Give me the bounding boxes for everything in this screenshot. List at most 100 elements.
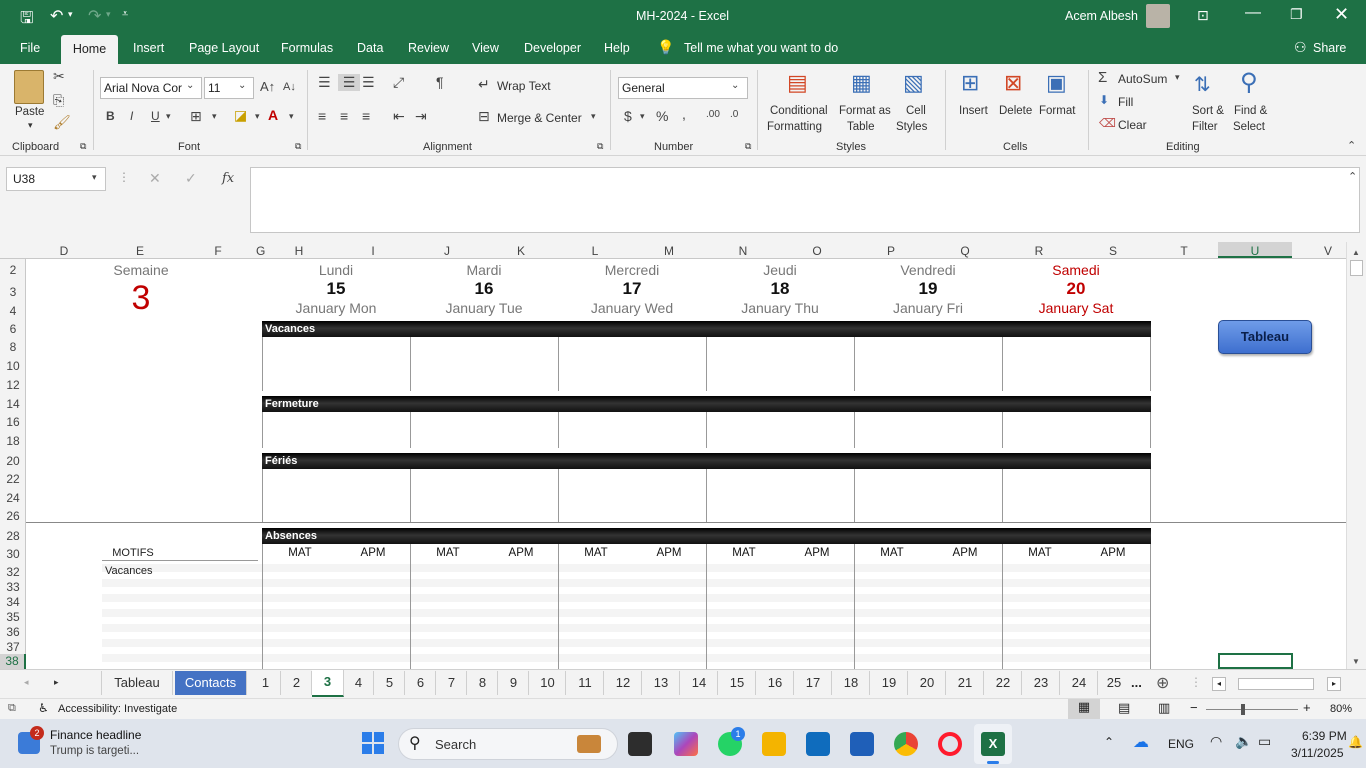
copilot-icon[interactable] [674,732,698,756]
sheet-tab[interactable]: 5 [375,671,405,695]
cell-styles-icon[interactable]: ▧ [903,70,924,96]
tab-page-layout[interactable]: Page Layout [189,41,259,55]
tab-home[interactable]: Home [61,35,118,64]
fill-color-icon[interactable]: ◪ [234,107,247,124]
tab-formulas[interactable]: Formulas [281,41,333,55]
tab-insert[interactable]: Insert [133,41,164,55]
row-header[interactable]: 30 [0,547,26,561]
row-header[interactable]: 22 [0,472,26,486]
conditional-formatting-button-line2[interactable]: Formatting [767,121,822,133]
col-header-t[interactable]: T [1150,244,1218,258]
formula-input[interactable] [250,167,1360,233]
find-select-button-line2[interactable]: Select [1233,121,1265,133]
name-box-dropdown-icon[interactable]: ▾ [92,172,97,183]
sheet-tab[interactable]: 9 [499,671,529,695]
active-cell[interactable] [1218,653,1293,669]
row-header[interactable]: 16 [0,415,26,429]
sort-filter-icon[interactable]: ⇅ [1194,72,1211,97]
row-header[interactable]: 24 [0,491,26,505]
font-launcher-icon[interactable]: ⧉ [295,141,301,152]
italic-button[interactable]: I [130,109,133,123]
close-icon[interactable]: ✕ [1334,4,1349,25]
row-header[interactable]: 12 [0,378,26,392]
clock-date[interactable]: 3/11/2025 [1291,746,1344,760]
row-header[interactable]: 8 [0,340,26,354]
sheet-tab[interactable]: 6 [406,671,436,695]
save-icon[interactable]: 🖫 [20,7,34,34]
tab-scroll-left-icon[interactable]: ◂ [24,677,29,688]
scroll-up-icon[interactable]: ▲ [1352,248,1360,257]
merge-dropdown-icon[interactable]: ▾ [591,111,596,122]
row-header[interactable]: 20 [0,454,26,468]
hscroll-right-icon[interactable]: ▸ [1327,677,1341,691]
autosum-dropdown-icon[interactable]: ▾ [1175,72,1180,83]
delete-cells-button[interactable]: Delete [999,105,1032,117]
increase-decimal-icon[interactable]: .00 [706,109,720,120]
avatar[interactable] [1146,4,1170,28]
sheet-tab[interactable]: 18 [833,671,870,695]
page-layout-view-icon[interactable]: ▤ [1118,700,1130,716]
row-header[interactable]: 28 [0,529,26,543]
font-name-dropdown-icon[interactable]: ⌄ [186,80,194,91]
tab-view[interactable]: View [472,41,499,55]
sheet-tab[interactable]: 13 [643,671,680,695]
zoom-in-icon[interactable]: + [1303,700,1311,715]
vertical-scrollbar[interactable]: ▲ ▼ [1346,242,1366,669]
cell-styles-button-line2[interactable]: Styles [896,121,927,133]
col-header-u[interactable]: U [1218,242,1292,258]
restore-icon[interactable]: ❐ [1290,6,1303,23]
sheet-tab-active[interactable]: 3 [312,670,344,697]
file-explorer-icon[interactable] [762,732,786,756]
news-title[interactable]: Finance headline [50,728,141,742]
format-as-table-button[interactable]: Format as [839,105,891,117]
find-select-icon[interactable]: ⚲ [1240,68,1258,97]
format-as-table-button-line2[interactable]: Table [847,121,875,133]
volume-icon[interactable]: 🔈 [1235,733,1252,750]
paste-dropdown-icon[interactable]: ▾ [28,120,33,131]
language-indicator[interactable]: ENG [1168,737,1194,751]
decrease-indent-icon[interactable]: ⇤ [393,108,405,125]
tab-help[interactable]: Help [604,41,630,55]
col-header-f[interactable]: F [178,244,258,258]
zoom-level[interactable]: 80% [1330,703,1352,715]
format-cells-icon[interactable]: ▣ [1046,70,1067,96]
outlook-icon[interactable] [806,732,830,756]
col-header-n[interactable]: N [706,244,780,258]
clear-button[interactable]: Clear [1118,118,1147,132]
undo-dropdown-icon[interactable]: ▾ [68,9,73,20]
battery-icon[interactable]: ▭ [1258,733,1271,750]
merge-center-button[interactable]: Merge & Center [497,111,582,125]
insert-cells-button[interactable]: Insert [959,105,988,117]
sheet-tab[interactable]: 7 [437,671,467,695]
increase-font-icon[interactable]: A↑ [260,79,275,94]
fill-color-dropdown-icon[interactable]: ▾ [255,111,260,122]
wrap-text-icon[interactable]: ↵ [478,76,490,93]
format-as-table-icon[interactable]: ▦ [851,70,872,96]
row-header[interactable]: 2 [0,263,26,277]
cell-styles-button[interactable]: Cell [906,105,926,117]
normal-view-icon[interactable]: ▦ [1068,699,1100,719]
sheet-tab[interactable]: 16 [757,671,794,695]
autosum-button[interactable]: AutoSum [1118,72,1167,86]
insert-function-icon[interactable]: fx [222,171,234,186]
bold-button[interactable]: B [106,109,115,123]
percent-icon[interactable]: % [656,108,668,124]
redo-icon[interactable]: ↷ [88,6,101,26]
sheet-tab[interactable]: 15 [719,671,756,695]
user-name[interactable]: Acem Albesh [1065,9,1138,23]
excel-taskbar-active[interactable]: X [974,724,1012,764]
sheet-tab[interactable]: 1 [251,671,281,695]
row-header[interactable]: 26 [0,509,26,523]
zoom-slider[interactable] [1206,709,1298,710]
tab-developer[interactable]: Developer [524,41,581,55]
cancel-icon[interactable]: ✕ [149,170,161,187]
currency-dropdown-icon[interactable]: ▾ [640,111,645,122]
hscroll-thumb[interactable] [1238,678,1314,690]
tab-splitter-icon[interactable]: ⋮ [1190,675,1202,689]
increase-indent-icon[interactable]: ⇥ [415,108,427,125]
page-break-view-icon[interactable]: ▥ [1158,700,1170,716]
sheet-tab[interactable]: 4 [344,671,374,695]
row-header[interactable]: 14 [0,397,26,411]
col-header-o[interactable]: O [780,244,854,258]
col-header-j[interactable]: J [410,244,484,258]
